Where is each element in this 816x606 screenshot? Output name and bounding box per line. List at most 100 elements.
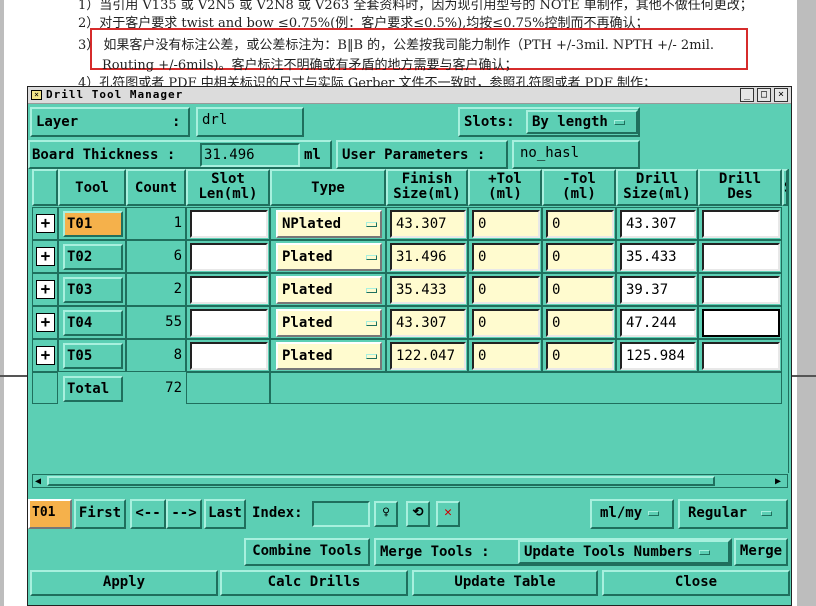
last-button[interactable]: Last (204, 499, 246, 529)
expand-row-icon[interactable]: + (36, 247, 55, 266)
horizontal-scrollbar[interactable]: ◀ ▶ (32, 474, 788, 488)
merge-mode-dropdown[interactable]: Update Tools Numbers (518, 540, 730, 564)
plus-tol-input[interactable]: 0 (472, 210, 540, 238)
calc-drills-button[interactable]: Calc Drills (220, 570, 408, 596)
apply-button[interactable]: Apply (30, 570, 218, 596)
slots-frame: Slots: By length (458, 107, 640, 137)
refresh-icon[interactable]: ⟲ (406, 501, 430, 527)
drill-des-input[interactable] (702, 309, 780, 337)
tool-count: 55 (165, 314, 182, 330)
user-parameters-input[interactable]: no_hasl (518, 143, 634, 165)
tool-button[interactable]: T02 (63, 244, 123, 270)
minus-tol-input[interactable]: 0 (546, 309, 614, 337)
close-button[interactable]: Close (602, 570, 790, 596)
slot-len-input[interactable] (190, 243, 268, 271)
chevron-down-icon (648, 510, 660, 516)
units-value: ml/my (600, 505, 643, 521)
expand-row-icon[interactable]: + (36, 313, 55, 332)
slot-len-input[interactable] (190, 342, 268, 370)
lightbulb-icon[interactable]: ♀ (374, 501, 398, 527)
user-parameters-field-frame: no_hasl (512, 140, 640, 169)
left-margin (0, 0, 4, 606)
drill-des-input[interactable] (702, 210, 780, 238)
layer-colon: : (172, 114, 181, 130)
chevron-down-icon (366, 255, 377, 260)
type-dropdown[interactable]: Plated (276, 342, 382, 370)
type-dropdown[interactable]: Plated (276, 309, 382, 337)
layer-button[interactable]: Layer : (30, 107, 190, 137)
board-thickness-frame: Board Thickness : 31.496 ml (28, 140, 332, 169)
prev-button[interactable]: <-- (130, 499, 166, 529)
finish-size-input[interactable]: 35.433 (390, 276, 466, 304)
page-separator-right (790, 375, 816, 377)
drill-size-input[interactable]: 125.984 (620, 342, 696, 370)
tool-button[interactable]: T03 (63, 277, 123, 303)
finish-size-input[interactable]: 31.496 (390, 243, 466, 271)
type-dropdown[interactable]: Plated (276, 276, 382, 304)
minus-tol-input[interactable]: 0 (546, 276, 614, 304)
title-bar[interactable]: × Drill Tool Manager _ □ × (28, 87, 791, 104)
header-plus-tol: +Tol (ml) (468, 169, 542, 206)
tool-button[interactable]: T05 (63, 343, 123, 369)
finish-size-input[interactable]: 122.047 (390, 342, 466, 370)
slots-dropdown[interactable]: By length (526, 110, 638, 134)
drill-size-input[interactable]: 35.433 (620, 243, 696, 271)
plus-tol-input[interactable]: 0 (472, 342, 540, 370)
tool-button[interactable]: T04 (63, 310, 123, 336)
type-dropdown[interactable]: Plated (276, 243, 382, 271)
plus-tol-input[interactable]: 0 (472, 276, 540, 304)
board-thickness-input[interactable]: 31.496 (200, 143, 300, 167)
slot-len-input[interactable] (190, 210, 268, 238)
slots-label: Slots: (464, 114, 515, 130)
plus-tol-input[interactable]: 0 (472, 243, 540, 271)
header-finish-size: Finish Size(ml) (386, 169, 468, 206)
index-input[interactable] (312, 501, 370, 527)
drill-des-input[interactable] (702, 276, 780, 304)
minus-tol-input[interactable]: 0 (546, 243, 614, 271)
expand-row-icon[interactable]: + (36, 214, 55, 233)
drill-size-input[interactable]: 43.307 (620, 210, 696, 238)
finish-size-input[interactable]: 43.307 (390, 210, 466, 238)
slot-len-input[interactable] (190, 309, 268, 337)
maximize-icon[interactable]: □ (757, 88, 771, 102)
units-dropdown[interactable]: ml/my (590, 499, 674, 529)
chevron-down-icon (761, 510, 773, 516)
mode-dropdown[interactable]: Regular (678, 499, 788, 529)
drill-size-input[interactable]: 39.37 (620, 276, 696, 304)
minus-tol-input[interactable]: 0 (546, 342, 614, 370)
vertical-scrollbar[interactable] (788, 169, 792, 473)
finish-size-input[interactable]: 43.307 (390, 309, 466, 337)
scrollbar-thumb[interactable] (47, 476, 715, 486)
minus-tol-input[interactable]: 0 (546, 210, 614, 238)
clear-icon[interactable]: ✕ (436, 501, 460, 527)
slots-value: By length (532, 114, 608, 130)
user-parameters-button[interactable]: User Parameters : (336, 140, 508, 169)
total-row-spacer (32, 372, 58, 404)
minimize-icon[interactable]: _ (740, 88, 754, 102)
type-dropdown[interactable]: NPlated (276, 210, 382, 238)
plus-tol-input[interactable]: 0 (472, 309, 540, 337)
update-table-button[interactable]: Update Table (412, 570, 598, 596)
scroll-left-icon[interactable]: ◀ (35, 476, 41, 487)
slot-len-input[interactable] (190, 276, 268, 304)
tool-count: 1 (173, 215, 182, 231)
expand-row-icon[interactable]: + (36, 346, 55, 365)
expand-row-icon[interactable]: + (36, 280, 55, 299)
layer-input[interactable]: drl (200, 110, 300, 134)
scroll-right-icon[interactable]: ▶ (775, 476, 781, 487)
doc-line-3b: Routing +/-6mils)。客户标注不明确或有矛盾的地方需要与客户确认； (102, 58, 518, 73)
window-title: Drill Tool Manager (46, 88, 184, 101)
first-button[interactable]: First (74, 499, 126, 529)
tool-button[interactable]: T01 (63, 211, 123, 237)
next-button[interactable]: --> (166, 499, 202, 529)
drill-size-input[interactable]: 47.244 (620, 309, 696, 337)
drill-des-input[interactable] (702, 342, 780, 370)
merge-button[interactable]: Merge (734, 538, 788, 566)
merge-mode-value: Update Tools Numbers (524, 544, 693, 560)
chevron-down-icon (613, 119, 625, 125)
drill-des-input[interactable] (702, 243, 780, 271)
layer-field-frame: drl (196, 107, 304, 137)
chevron-down-icon (366, 288, 377, 293)
close-icon[interactable]: × (774, 88, 788, 102)
combine-tools-button[interactable]: Combine Tools (244, 538, 370, 566)
